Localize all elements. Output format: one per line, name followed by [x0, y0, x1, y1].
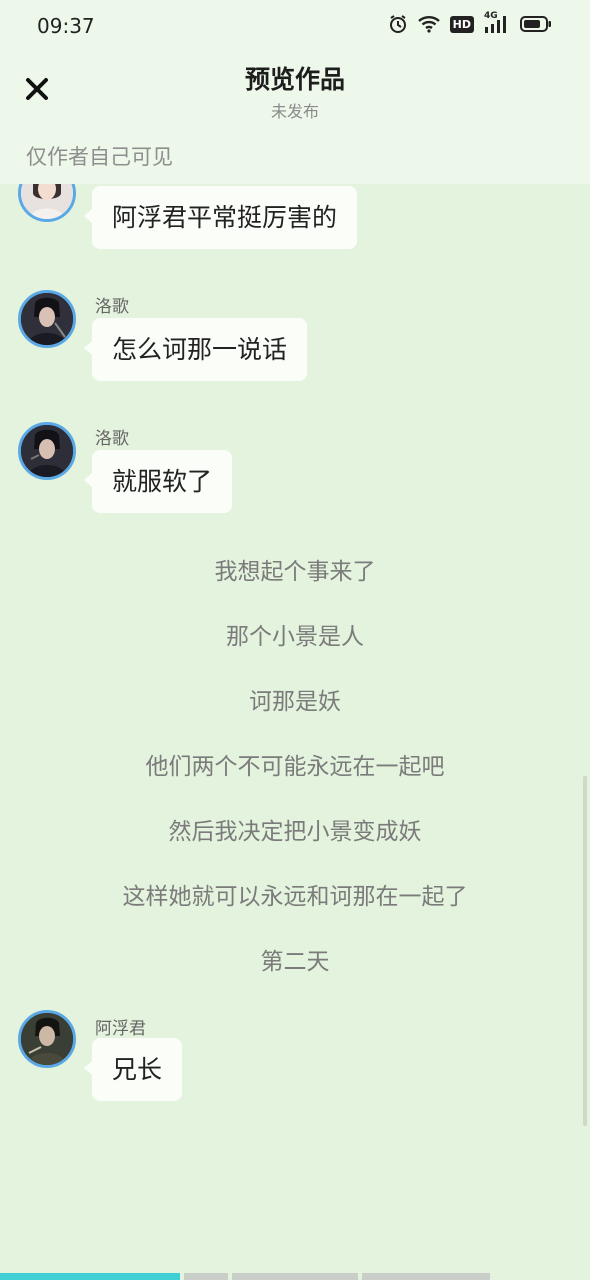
narration-line: 第二天	[260, 949, 330, 975]
speaker-name: 洛歌	[95, 297, 129, 317]
speaker-name: 阿浮君	[95, 1019, 146, 1039]
visibility-note: 仅作者自己可见	[26, 145, 173, 169]
speaker-name: 洛歌	[95, 429, 129, 449]
wifi-icon	[417, 15, 440, 33]
avatar[interactable]	[18, 290, 76, 348]
narration-line: 然后我决定把小景变成妖	[168, 819, 422, 845]
narration-line: 这样她就可以永远和诃那在一起了	[122, 884, 468, 910]
message-bubble: 就服软了	[83, 450, 233, 513]
message-bubble: 怎么诃那一说话	[83, 318, 308, 381]
message-bubble: 阿浮君平常挺厉害的	[83, 186, 358, 249]
story-progress-bar	[0, 1273, 590, 1280]
avatar[interactable]	[18, 422, 76, 480]
narration-line: 他们两个不可能永远在一起吧	[145, 754, 445, 780]
progress-segment	[0, 1273, 180, 1280]
battery-icon	[520, 15, 552, 33]
narration-line: 我想起个事来了	[214, 559, 376, 585]
status-bar: 09:37 HD 4G	[0, 0, 590, 52]
message-bubble: 兄长	[83, 1038, 183, 1101]
status-icons: HD 4G	[388, 11, 552, 34]
avatar[interactable]	[18, 1010, 76, 1068]
progress-segment	[184, 1273, 228, 1280]
top-bar: 09:37 HD 4G 预览作品 未发布 仅作者自己可见	[0, 0, 590, 184]
alarm-icon	[388, 14, 408, 34]
progress-segment	[232, 1273, 358, 1280]
hd-icon: HD	[449, 15, 474, 33]
page-title: 预览作品	[244, 65, 345, 94]
status-time: 09:37	[37, 14, 95, 38]
avatar[interactable]	[18, 184, 76, 222]
narration-line: 那个小景是人	[226, 624, 364, 650]
signal-4g-icon: 4G	[484, 11, 510, 34]
narration-line: 诃那是妖	[249, 689, 341, 715]
page-subtitle: 未发布	[270, 102, 319, 121]
story-content[interactable]: 阿浮君平常挺厉害的 洛歌 怎么诃那一说话 洛歌 就服软了 我想起个事来了 那个小…	[0, 184, 590, 1280]
scrollbar[interactable]	[583, 776, 587, 1126]
progress-segment	[362, 1273, 490, 1280]
